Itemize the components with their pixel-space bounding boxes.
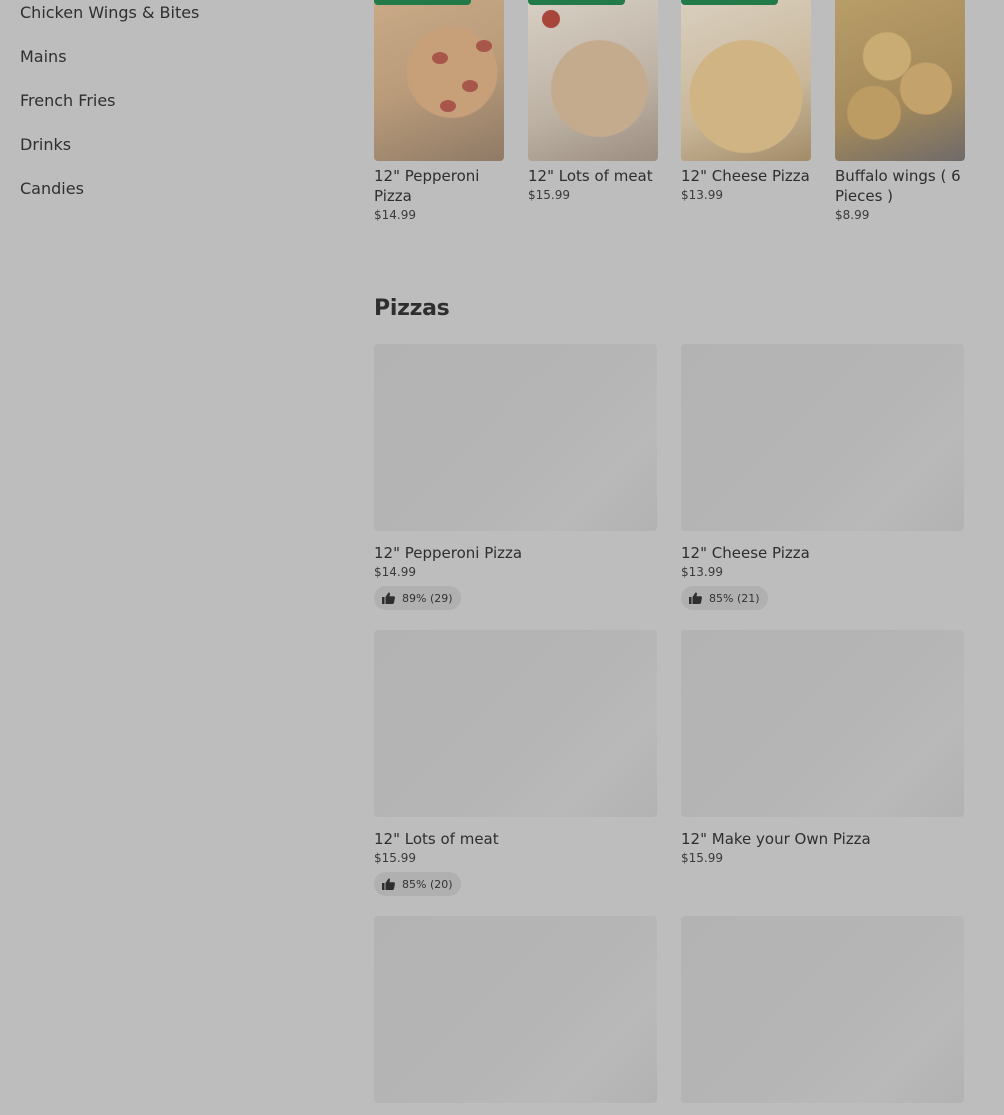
menu-item-image-placeholder: [374, 916, 657, 1103]
section-title-pizzas: Pizzas: [374, 296, 450, 321]
thumbs-up-icon: [689, 592, 702, 604]
featured-item-name: 12" Lots of meat: [528, 167, 653, 185]
featured-card-buffalo-wings[interactable]: Buffalo wings ( 6 Pieces ) $8.99: [835, 0, 965, 222]
rating-badge: 85% (20): [374, 872, 461, 896]
menu-item-name: 12" Lots of meat: [374, 830, 499, 848]
featured-item-name: 12" Pepperoni Pizza: [374, 167, 480, 205]
menu-item-card[interactable]: [681, 916, 964, 1115]
rating-badge: 89% (29): [374, 586, 461, 610]
rating-text: 85% (20): [402, 877, 453, 891]
buffalo-wings-image: [835, 0, 965, 161]
featured-card-pepperoni[interactable]: 12" Pepperoni Pizza $14.99: [374, 0, 504, 222]
featured-items-row: 12" Pepperoni Pizza $14.99 12" Lots of m…: [374, 0, 1004, 240]
sidebar-item-candies[interactable]: Candies: [20, 179, 84, 199]
menu-item-name: 12" Cheese Pizza: [681, 544, 810, 562]
featured-item-price: $15.99: [528, 188, 570, 202]
menu-item-image-placeholder: [681, 344, 964, 531]
menu-item-name: 12" Make your Own Pizza: [681, 830, 871, 848]
rating-text: 85% (21): [709, 591, 760, 605]
menu-item-name: 12" Pepperoni Pizza: [374, 544, 523, 562]
sidebar-item-drinks[interactable]: Drinks: [20, 135, 71, 155]
pepperoni-pizza-image: [374, 0, 504, 161]
menu-item-price: $15.99: [681, 851, 723, 865]
rating-text: 89% (29): [402, 591, 453, 605]
menu-item-card[interactable]: 12" Cheese Pizza $13.99 85% (21): [681, 344, 964, 610]
rating-badge: 85% (21): [681, 586, 768, 610]
menu-item-card[interactable]: 12" Pepperoni Pizza $14.99 89% (29): [374, 344, 657, 610]
featured-ribbon: [681, 0, 778, 5]
featured-card-lots-of-meat[interactable]: 12" Lots of meat $15.99: [528, 0, 658, 202]
featured-item-price: $8.99: [835, 208, 870, 222]
featured-ribbon: [528, 0, 625, 5]
featured-item-price: $14.99: [374, 208, 416, 222]
menu-item-image-placeholder: [374, 344, 657, 531]
sidebar-item-chicken-wings[interactable]: Chicken Wings & Bites: [20, 3, 199, 23]
sidebar-item-french-fries[interactable]: French Fries: [20, 91, 116, 111]
menu-item-card[interactable]: 12" Make your Own Pizza $15.99: [681, 630, 964, 865]
cheese-pizza-image: [681, 0, 811, 161]
menu-item-image-placeholder: [374, 630, 657, 817]
menu-item-image-placeholder: [681, 630, 964, 817]
featured-card-cheese[interactable]: 12" Cheese Pizza $13.99: [681, 0, 811, 202]
featured-item-price: $13.99: [681, 188, 723, 202]
sidebar-item-mains[interactable]: Mains: [20, 47, 67, 67]
featured-item-name: Buffalo wings ( 6 Pieces ): [835, 167, 961, 205]
menu-item-price: $15.99: [374, 851, 416, 865]
featured-ribbon: [374, 0, 471, 5]
featured-item-name: 12" Cheese Pizza: [681, 167, 810, 185]
thumbs-up-icon: [382, 878, 395, 890]
thumbs-up-icon: [382, 592, 395, 604]
meat-pizza-image: [528, 0, 658, 161]
menu-item-card[interactable]: 12" Lots of meat $15.99 85% (20): [374, 630, 657, 896]
menu-item-price: $14.99: [374, 565, 416, 579]
menu-item-price: $13.99: [681, 565, 723, 579]
menu-item-card[interactable]: [374, 916, 657, 1115]
menu-item-image-placeholder: [681, 916, 964, 1103]
